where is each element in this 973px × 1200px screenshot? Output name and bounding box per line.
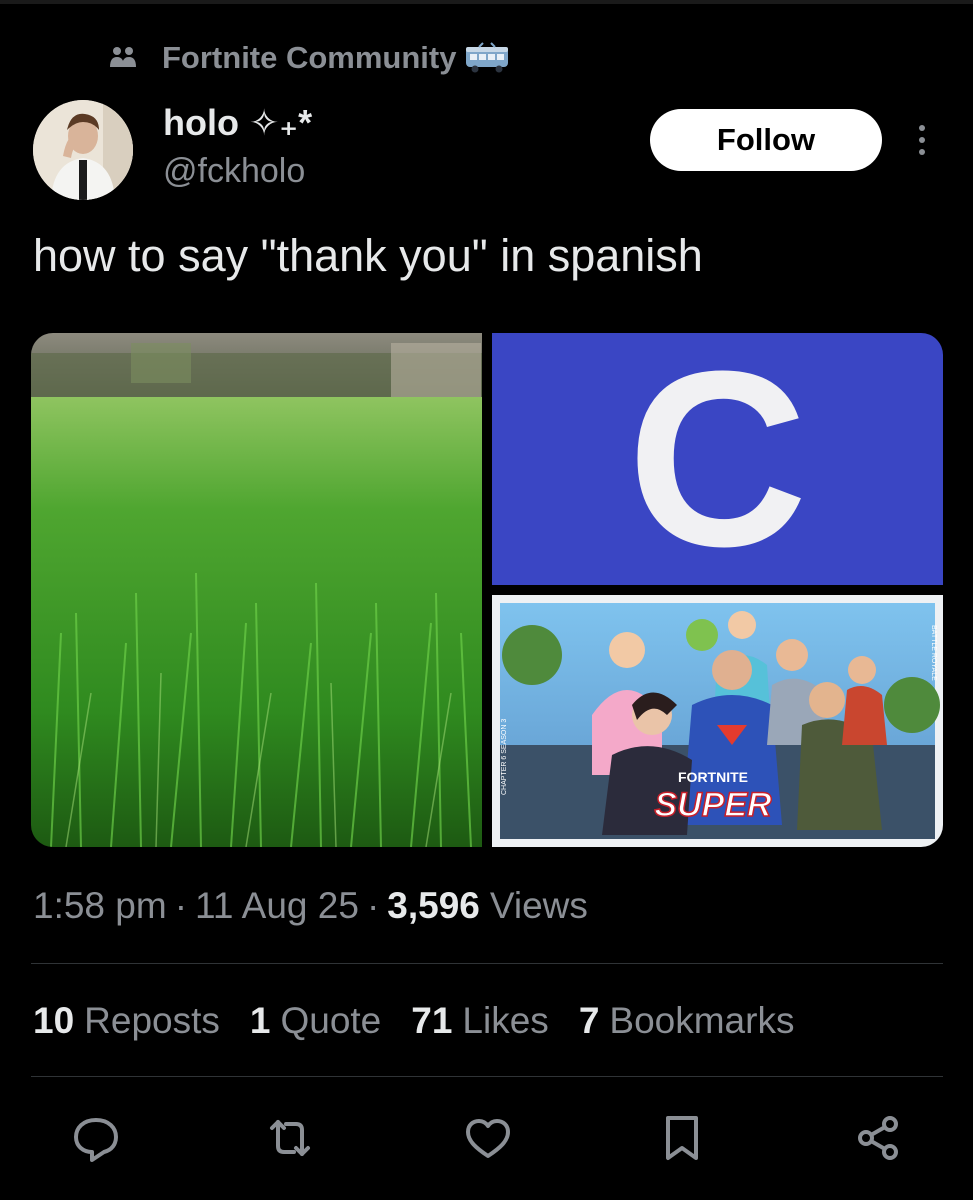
meta-separator: · [366, 885, 380, 926]
community-link[interactable]: Fortnite Community [108, 38, 511, 78]
poster-title-text: SUPER [654, 786, 772, 824]
views-label: Views [489, 885, 588, 926]
divider [31, 1076, 943, 1077]
follow-button[interactable]: Follow [650, 109, 882, 171]
views-count: 3,596 [387, 885, 480, 926]
bookmarks-stat[interactable]: 7 Bookmarks [579, 1000, 795, 1042]
community-name[interactable]: Fortnite Community [162, 40, 457, 76]
people-icon [110, 47, 136, 67]
like-icon[interactable] [460, 1110, 516, 1166]
quotes-stat[interactable]: 1 Quote [250, 1000, 381, 1042]
author-display-name[interactable]: holo ✧₊* [163, 102, 312, 144]
media-fortnite-poster[interactable]: FORTNITE SUPER CHAPTER 6 SEASON 3 BATTLE… [492, 595, 943, 847]
bookmark-icon[interactable] [654, 1110, 710, 1166]
divider [31, 963, 943, 964]
poster-side-left: CHAPTER 6 SEASON 3 [501, 719, 508, 795]
tweet-time[interactable]: 1:58 pm [33, 885, 167, 927]
author-handle[interactable]: @fckholo [163, 152, 305, 191]
tweet-text: how to say "thank you" in spanish [33, 230, 703, 281]
poster-side-right: BATTLE ROYALE [930, 625, 937, 681]
reposts-stat[interactable]: 10 Reposts [33, 1000, 220, 1042]
meta-separator: · [174, 885, 188, 926]
media-grass-image[interactable] [31, 333, 482, 847]
tweet-date[interactable]: 11 Aug 25 [195, 885, 359, 927]
media-grid: C FORTNITE SUPER CHAPTER 6 SEASON 3 BATT… [31, 333, 943, 847]
poster-logo-text: FORTNITE [678, 769, 748, 785]
letter-c: C [627, 333, 808, 585]
action-bar [0, 1110, 973, 1170]
share-icon[interactable] [850, 1110, 906, 1166]
media-letter-c-image[interactable]: C [492, 333, 943, 585]
more-vertical-icon[interactable] [912, 120, 932, 160]
repost-icon[interactable] [262, 1110, 318, 1166]
likes-stat[interactable]: 71 Likes [411, 1000, 549, 1042]
tweet-meta: 1:58 pm · 11 Aug 25 · 3,596 Views [33, 885, 588, 927]
reply-icon[interactable] [68, 1110, 124, 1166]
avatar-image [33, 100, 133, 200]
top-divider [0, 0, 973, 4]
engagement-stats: 10 Reposts 1 Quote 71 Likes 7 Bookmarks [33, 1000, 824, 1042]
bus-icon [465, 42, 508, 73]
avatar[interactable] [33, 100, 133, 200]
